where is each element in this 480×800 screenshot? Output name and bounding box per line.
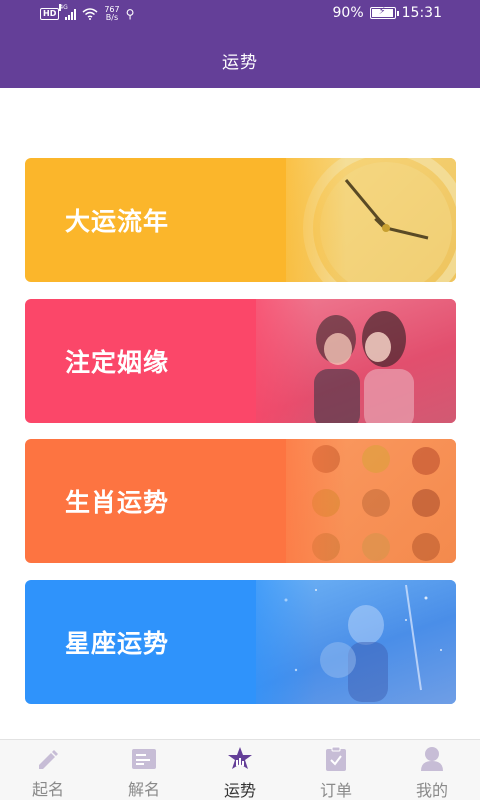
top-bar: HD 4G 767 B/s ⚲ 90% ⚡ 15:31 运势 <box>0 0 480 88</box>
battery-icon: ⚡ <box>369 6 399 19</box>
network-speed-unit: B/s <box>105 13 119 22</box>
nav-label: 订单 <box>319 781 352 800</box>
bottom-nav: 起名 解名 运势 订单 我的 <box>0 739 480 800</box>
cellular-signal-icon: 4G <box>59 4 77 20</box>
card-zodiac-fortune[interactable]: 生肖运势 <box>25 439 456 563</box>
nav-item-name-analysis[interactable]: 解名 <box>96 740 192 800</box>
page-title: 运势 <box>222 53 258 73</box>
nav-item-fortune[interactable]: 运势 <box>192 740 288 800</box>
nav-label: 起名 <box>31 780 64 799</box>
card-label: 星座运势 <box>65 629 170 658</box>
charging-icon: ⚡ <box>378 6 386 17</box>
card-icon <box>131 746 157 771</box>
card-destined-marriage[interactable]: 注定姻缘 <box>25 299 456 423</box>
person-icon <box>419 746 445 772</box>
network-type: 4G <box>59 4 68 11</box>
hd-badge: HD <box>40 8 60 20</box>
pencil-icon <box>35 746 61 771</box>
nav-item-profile[interactable]: 我的 <box>384 740 480 800</box>
card-fortune-years[interactable]: 大运流年 <box>25 158 456 282</box>
nav-label: 我的 <box>415 781 448 800</box>
card-constellation-fortune[interactable]: 星座运势 <box>25 580 456 704</box>
clock-time: 15:31 <box>401 5 442 21</box>
card-label: 生肖运势 <box>65 488 170 517</box>
usb-icon: ⚲ <box>125 7 135 21</box>
star-chart-icon <box>227 746 253 772</box>
card-label: 注定姻缘 <box>65 348 170 377</box>
status-bar: HD 4G 767 B/s ⚲ 90% ⚡ 15:31 <box>0 0 480 30</box>
clipboard-check-icon <box>323 746 349 772</box>
network-speed: 767 B/s <box>104 6 119 22</box>
wifi-icon <box>82 8 98 20</box>
nav-label: 运势 <box>223 781 256 800</box>
nav-item-naming[interactable]: 起名 <box>0 740 96 800</box>
nav-label: 解名 <box>127 780 160 799</box>
nav-item-orders[interactable]: 订单 <box>288 740 384 800</box>
card-label: 大运流年 <box>65 207 170 236</box>
battery-percent: 90% <box>332 5 364 21</box>
